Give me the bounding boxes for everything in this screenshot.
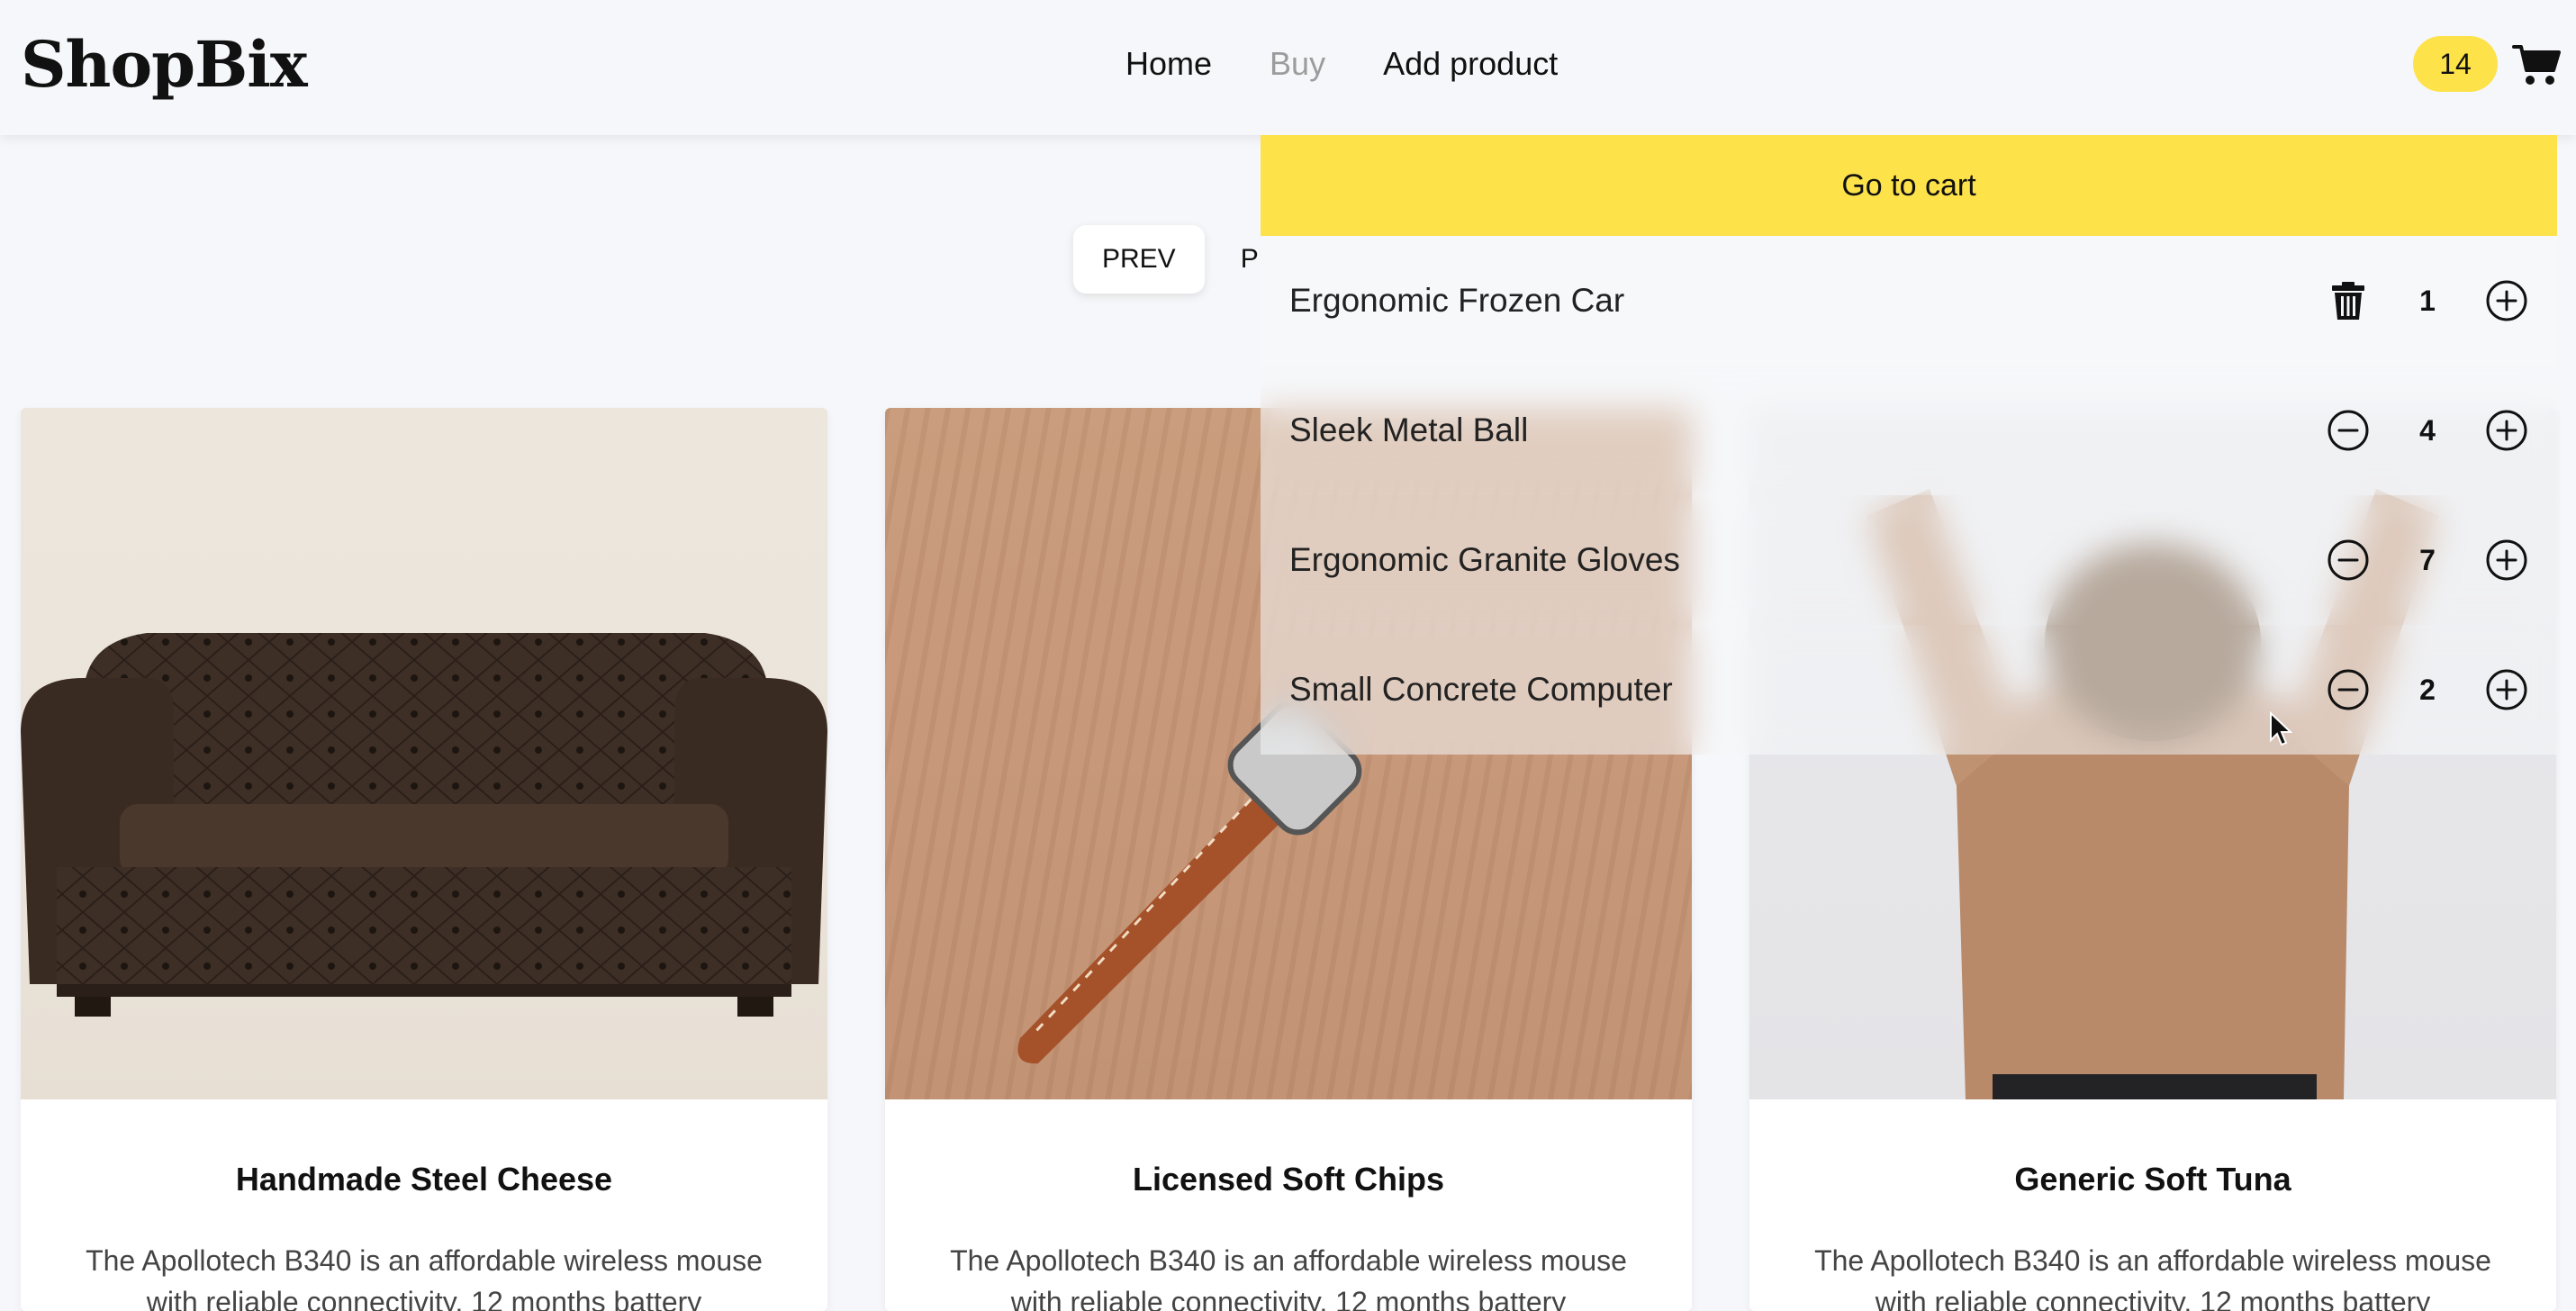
cart-dropdown: Go to cart Ergonomic Frozen Car 1 Sleek …: [1261, 135, 2557, 755]
cart-item-row: Ergonomic Frozen Car 1: [1261, 236, 2557, 366]
product-title: Licensed Soft Chips: [1132, 1161, 1445, 1198]
cart-item-row: Small Concrete Computer 2: [1261, 625, 2557, 755]
cart-item-row: Sleek Metal Ball 4: [1261, 366, 2557, 495]
go-to-cart-button[interactable]: Go to cart: [1261, 135, 2557, 236]
product-image: [21, 408, 827, 1099]
product-title: Generic Soft Tuna: [2014, 1161, 2291, 1198]
main-nav: Home Buy Add product: [1125, 32, 1558, 95]
shopping-cart-icon[interactable]: [2512, 40, 2562, 90]
cart-item-qty: 1: [2419, 285, 2436, 317]
mouse-cursor-icon: [2270, 711, 2292, 746]
minus-circle-icon[interactable]: [2327, 668, 2370, 711]
product-description: The Apollotech B340 is an affordable wir…: [950, 1244, 1627, 1311]
cart-count-badge[interactable]: 14: [2413, 36, 2498, 92]
nav-add-product[interactable]: Add product: [1383, 45, 1558, 83]
cart-item-name: Ergonomic Granite Gloves: [1289, 541, 1680, 578]
product-card[interactable]: Handmade Steel Cheese The Apollotech B34…: [21, 408, 827, 1311]
prev-button[interactable]: PREV: [1073, 225, 1205, 294]
plus-circle-icon[interactable]: [2485, 409, 2528, 452]
cart-item-name: Sleek Metal Ball: [1289, 411, 1529, 448]
cart-item-qty: 4: [2419, 414, 2436, 447]
cart-item-name: Small Concrete Computer: [1289, 671, 1673, 708]
cart-item-qty: 2: [2419, 674, 2436, 706]
cart-item-row: Ergonomic Granite Gloves 7: [1261, 495, 2557, 625]
minus-circle-icon[interactable]: [2327, 538, 2370, 582]
product-description: The Apollotech B340 is an affordable wir…: [86, 1244, 763, 1311]
cart-item-qty: 7: [2419, 544, 2436, 576]
product-description: The Apollotech B340 is an affordable wir…: [1814, 1244, 2491, 1311]
plus-circle-icon[interactable]: [2485, 668, 2528, 711]
nav-home[interactable]: Home: [1125, 45, 1212, 83]
product-title: Handmade Steel Cheese: [235, 1161, 613, 1198]
pagination: PREV P: [1073, 225, 1268, 294]
shopbix-logo[interactable]: ShopBix: [21, 20, 308, 110]
leather-sofa-illustration: [21, 633, 827, 1017]
plus-circle-icon[interactable]: [2485, 279, 2528, 322]
top-header: ShopBix Home Buy Add product 14: [0, 0, 2576, 135]
trash-icon[interactable]: [2327, 279, 2370, 322]
cart-item-name: Ergonomic Frozen Car: [1289, 282, 1625, 319]
plus-circle-icon[interactable]: [2485, 538, 2528, 582]
nav-buy[interactable]: Buy: [1270, 45, 1325, 83]
minus-circle-icon[interactable]: [2327, 409, 2370, 452]
